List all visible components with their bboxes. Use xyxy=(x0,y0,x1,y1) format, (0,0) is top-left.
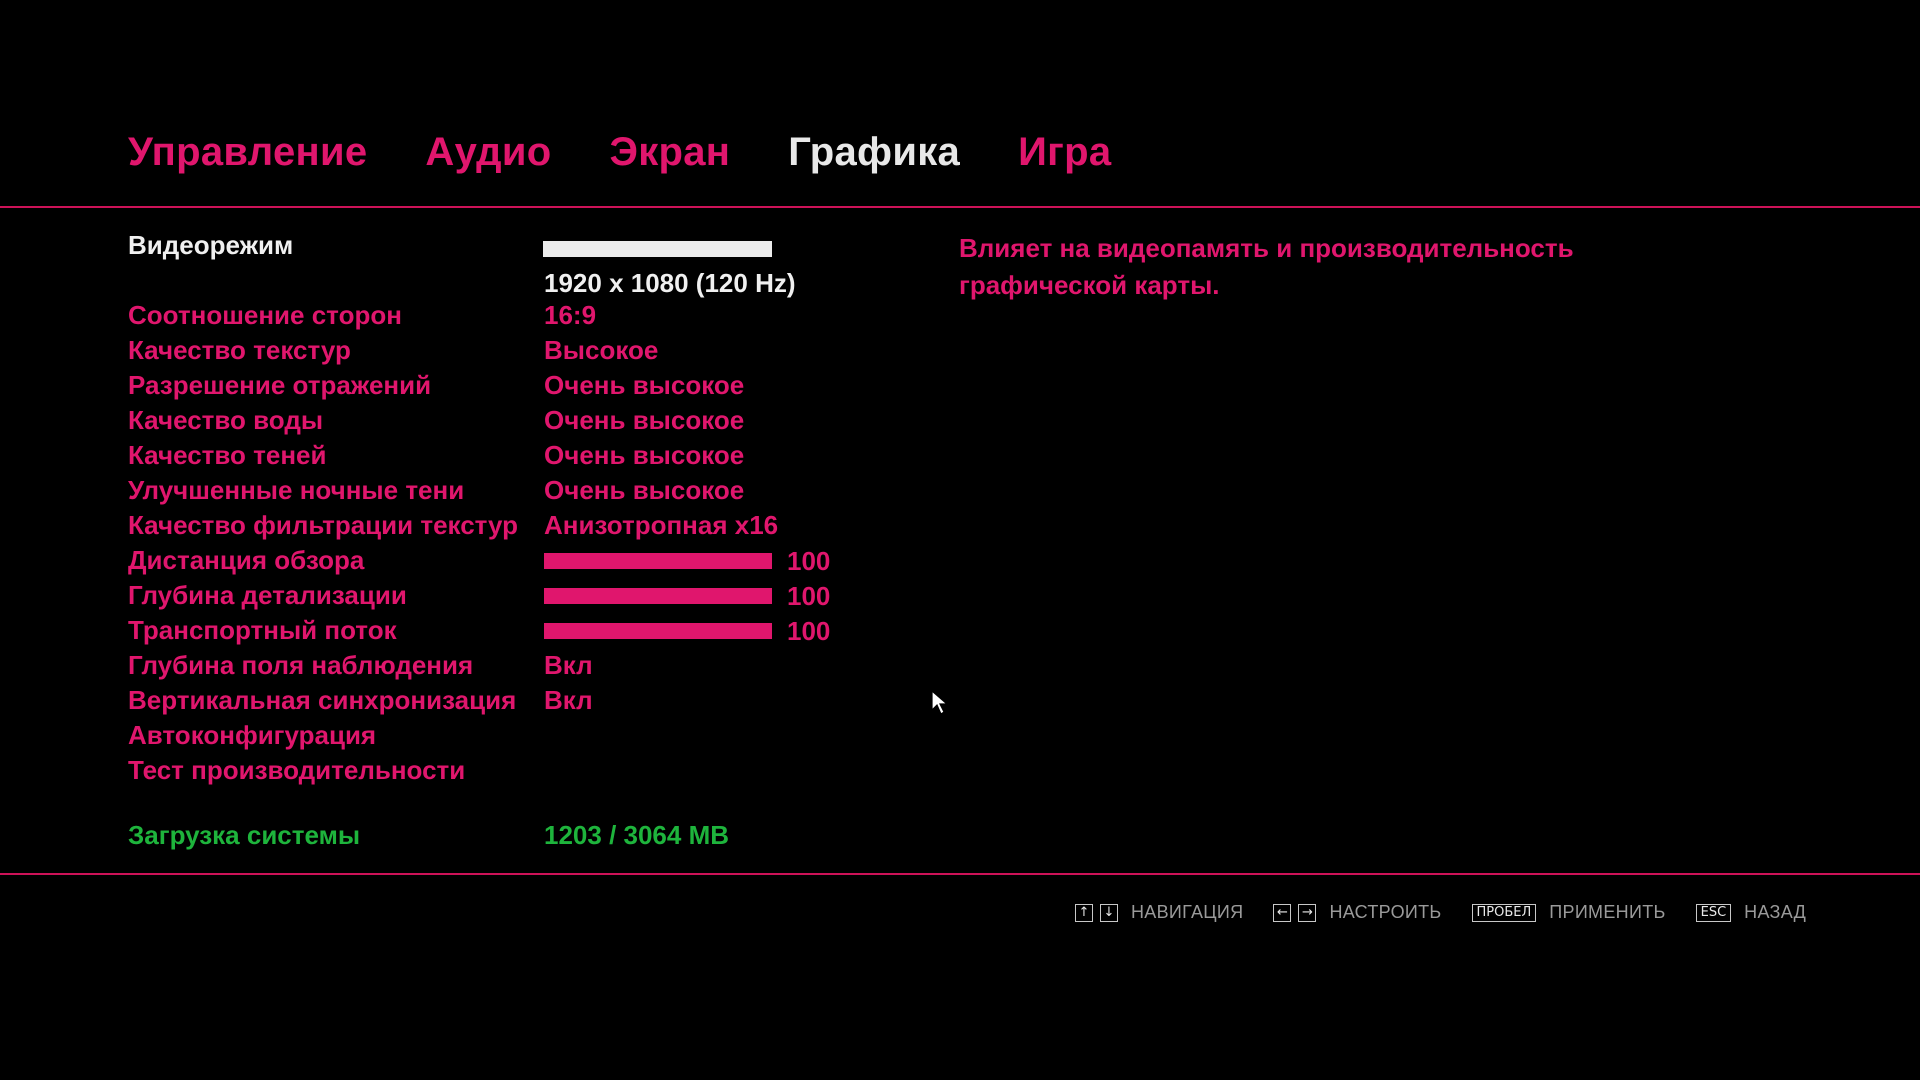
detail-distance-slider[interactable] xyxy=(544,588,772,604)
esc-key: ESC xyxy=(1695,903,1732,922)
setting-autoconfig[interactable]: Автоконфигурация xyxy=(128,720,888,755)
setting-benchmark[interactable]: Тест производительности xyxy=(128,755,888,790)
setting-videomode[interactable]: Видеорежим xyxy=(128,230,888,265)
tab-audio[interactable]: Аудио xyxy=(425,130,551,175)
setting-traffic-value: 100 xyxy=(787,616,831,646)
setting-night-shadows-value: Очень высокое xyxy=(544,475,745,505)
mouse-cursor-icon xyxy=(931,690,949,715)
tab-controls[interactable]: Управление xyxy=(128,130,367,175)
setting-videomode-label: Видеорежим xyxy=(128,230,294,260)
traffic-slider[interactable] xyxy=(544,623,772,639)
key-hints: ↑ ↓ НАВИГАЦИЯ ← → НАСТРОИТЬ ПРОБЕЛ ПРИМЕ… xyxy=(1075,902,1836,923)
hint-apply-label: ПРИМЕНИТЬ xyxy=(1549,902,1666,922)
setting-reflection-resolution-value: Очень высокое xyxy=(544,370,745,400)
setting-shadow-quality-label: Качество теней xyxy=(128,440,327,470)
setting-texture-quality-value: Высокое xyxy=(544,335,659,365)
setting-aspect-ratio-label: Соотношение сторон xyxy=(128,300,402,330)
description-line-2: графической карты. xyxy=(959,270,1220,300)
setting-shadow-quality-value: Очень высокое xyxy=(544,440,745,470)
hint-adjust: ← → НАСТРОИТЬ xyxy=(1273,902,1441,923)
setting-texture-filtering-value: Анизотропная x16 xyxy=(544,510,779,540)
setting-texture-quality-label: Качество текстур xyxy=(128,335,351,365)
setting-benchmark-label: Тест производительности xyxy=(128,755,466,785)
description-line-1: Влияет на видеопамять и производительнос… xyxy=(959,233,1574,263)
setting-detail-distance[interactable]: Глубина детализации 100 xyxy=(128,580,888,615)
tab-display[interactable]: Экран xyxy=(609,130,730,175)
setting-shadow-quality[interactable]: Качество теней Очень высокое xyxy=(128,440,888,475)
space-key: ПРОБЕЛ xyxy=(1471,903,1537,922)
setting-view-distance-value: 100 xyxy=(787,546,831,576)
hint-back[interactable]: ESC НАЗАД xyxy=(1695,902,1807,923)
tab-graphics[interactable]: Графика xyxy=(788,130,960,175)
videomode-selector-bar[interactable] xyxy=(543,241,772,257)
setting-aspect-ratio-value: 16:9 xyxy=(544,300,597,330)
setting-description: Влияет на видеопамять и производительнос… xyxy=(959,230,1659,304)
arrow-down-key-icon: ↓ xyxy=(1100,903,1118,922)
setting-vsync-value: Вкл xyxy=(544,685,593,715)
setting-autoconfig-label: Автоконфигурация xyxy=(128,720,377,750)
hint-navigate: ↑ ↓ НАВИГАЦИЯ xyxy=(1075,902,1243,923)
setting-detail-distance-value: 100 xyxy=(787,581,831,611)
setting-water-quality-value: Очень высокое xyxy=(544,405,745,435)
setting-view-distance[interactable]: Дистанция обзора 100 xyxy=(128,545,888,580)
setting-texture-filtering[interactable]: Качество фильтрации текстур Анизотропная… xyxy=(128,510,888,545)
arrow-right-key-icon: → xyxy=(1298,903,1317,922)
setting-depth-of-field-value: Вкл xyxy=(544,650,593,680)
setting-water-quality[interactable]: Качество воды Очень высокое xyxy=(128,405,888,440)
setting-depth-of-field[interactable]: Глубина поля наблюдения Вкл xyxy=(128,650,888,685)
hint-back-label: НАЗАД xyxy=(1744,902,1807,922)
setting-water-quality-label: Качество воды xyxy=(128,405,324,435)
setting-traffic-label: Транспортный поток xyxy=(128,615,397,645)
setting-vsync[interactable]: Вертикальная синхронизация Вкл xyxy=(128,685,888,720)
hint-adjust-label: НАСТРОИТЬ xyxy=(1329,902,1442,922)
setting-night-shadows-label: Улучшенные ночные тени xyxy=(128,475,465,505)
setting-reflection-resolution[interactable]: Разрешение отражений Очень высокое xyxy=(128,370,888,405)
setting-night-shadows[interactable]: Улучшенные ночные тени Очень высокое xyxy=(128,475,888,510)
setting-aspect-ratio[interactable]: Соотношение сторон 16:9 xyxy=(128,300,888,335)
view-distance-slider[interactable] xyxy=(544,553,772,569)
setting-detail-distance-label: Глубина детализации xyxy=(128,580,407,610)
top-divider xyxy=(0,206,1920,208)
setting-depth-of-field-label: Глубина поля наблюдения xyxy=(128,650,474,680)
setting-texture-quality[interactable]: Качество текстур Высокое xyxy=(128,335,888,370)
setting-view-distance-label: Дистанция обзора xyxy=(128,545,365,575)
tab-bar: Управление Аудио Экран Графика Игра xyxy=(128,130,1169,175)
setting-texture-filtering-label: Качество фильтрации текстур xyxy=(128,510,519,540)
arrow-left-key-icon: ← xyxy=(1273,903,1292,922)
setting-vsync-label: Вертикальная синхронизация xyxy=(128,685,517,715)
system-load-label: Загрузка системы xyxy=(128,820,361,850)
arrow-up-key-icon: ↑ xyxy=(1075,903,1093,922)
system-load-value: 1203 / 3064 MB xyxy=(544,820,730,850)
setting-videomode-value: 1920 x 1080 (120 Hz) xyxy=(544,268,796,298)
setting-traffic[interactable]: Транспортный поток 100 xyxy=(128,615,888,650)
setting-reflection-resolution-label: Разрешение отражений xyxy=(128,370,432,400)
tab-game[interactable]: Игра xyxy=(1018,130,1111,175)
hint-apply[interactable]: ПРОБЕЛ ПРИМЕНИТЬ xyxy=(1471,902,1666,923)
hint-navigate-label: НАВИГАЦИЯ xyxy=(1131,902,1244,922)
bottom-divider xyxy=(0,873,1920,875)
